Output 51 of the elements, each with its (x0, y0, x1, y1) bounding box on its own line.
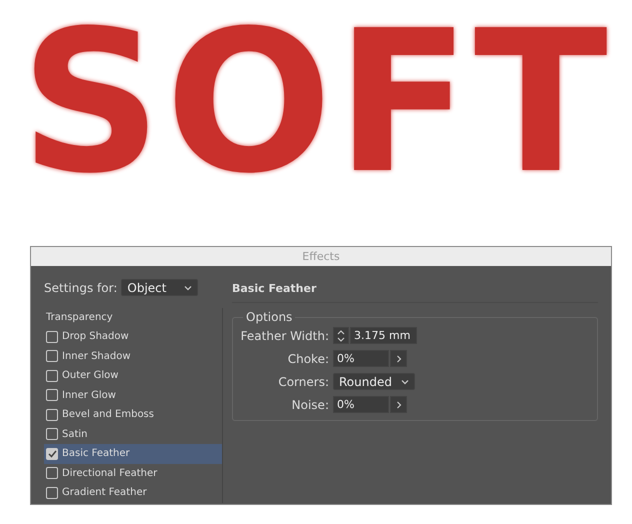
checkmark-icon (48, 450, 56, 458)
field-label: Feather Width: (240, 328, 329, 342)
chevron-right-icon (396, 354, 402, 362)
up-down-icon (337, 330, 345, 342)
input-field[interactable]: 3.175 mm (350, 327, 417, 344)
effect-item[interactable]: Bevel and Emboss (44, 405, 222, 424)
effect-item[interactable]: Drop Shadow (44, 327, 222, 346)
checkbox[interactable] (46, 370, 58, 382)
sample-text: SOFT (20, 5, 612, 201)
stepper-button[interactable] (333, 327, 349, 344)
effect-label: Inner Shadow (62, 350, 131, 362)
window-title: Effects (302, 250, 340, 263)
checkbox[interactable] (46, 408, 58, 421)
settings-label: Settings for: (44, 280, 118, 294)
checkbox[interactable] (46, 448, 58, 460)
panel-title: Basic Feather (232, 279, 598, 303)
field-label: Noise: (290, 398, 329, 412)
field-label: Corners: (277, 374, 329, 388)
effect-item[interactable]: Basic Feather (44, 444, 222, 464)
slider-button[interactable] (390, 396, 407, 413)
input-field[interactable]: 0% (333, 350, 389, 367)
chevron-down-icon (184, 284, 192, 290)
checkbox[interactable] (46, 389, 58, 402)
effect-label: Directional Feather (62, 468, 158, 479)
effect-label: Basic Feather (62, 448, 130, 460)
list-heading: Transparency (45, 311, 114, 325)
effect-label: Outer Glow (62, 370, 118, 382)
effect-label: Bevel and Emboss (62, 409, 154, 420)
checkbox[interactable] (46, 350, 58, 362)
effect-item[interactable]: Outer Glow (44, 366, 222, 386)
checkbox[interactable] (46, 330, 58, 343)
checkbox[interactable] (46, 428, 58, 440)
field-label: Choke: (286, 352, 329, 366)
chevron-right-icon (396, 400, 402, 408)
checkbox[interactable] (46, 467, 58, 480)
effect-item[interactable]: Directional Feather (44, 464, 222, 483)
input-field[interactable]: 0% (333, 396, 389, 413)
effect-label: Drop Shadow (62, 331, 129, 342)
chevron-down-icon (401, 378, 409, 384)
checkbox[interactable] (46, 486, 58, 499)
effect-label: Gradient Feather (62, 487, 147, 498)
effect-item[interactable]: Inner Glow (44, 386, 222, 405)
effect-item[interactable]: Gradient Feather (44, 483, 222, 502)
effect-item[interactable]: Inner Shadow (44, 346, 222, 366)
slider-button[interactable] (390, 350, 407, 367)
settings-dropdown[interactable]: Object (121, 279, 198, 296)
corners-dropdown[interactable]: Rounded (333, 373, 415, 390)
group-title: Options (243, 310, 296, 324)
effect-label: Inner Glow (62, 390, 116, 401)
effect-label: Satin (62, 428, 88, 440)
effect-item[interactable]: Satin (44, 424, 222, 444)
